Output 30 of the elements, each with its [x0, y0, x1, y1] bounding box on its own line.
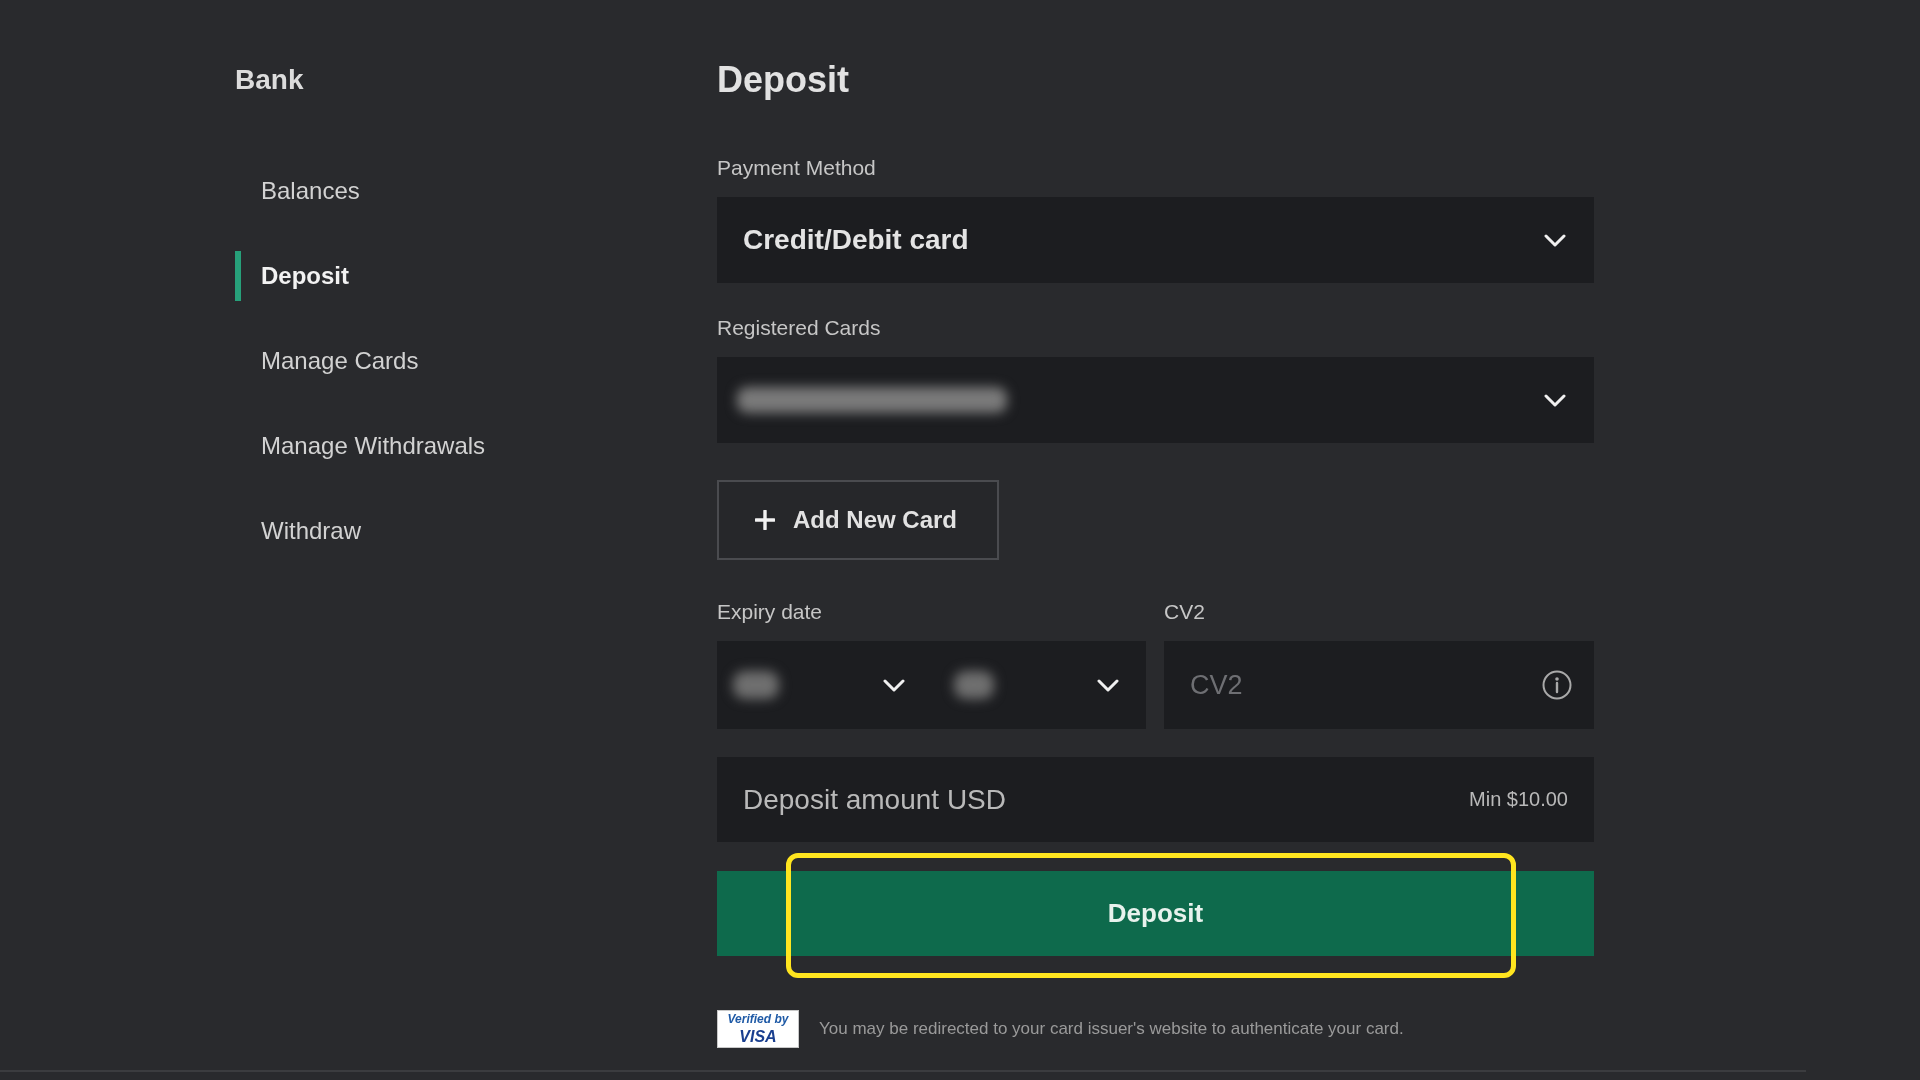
field-label: Registered Cards — [717, 316, 881, 340]
field-label: CV2 — [1164, 600, 1205, 624]
deposit-button[interactable]: Deposit — [717, 871, 1594, 956]
chevron-down-icon — [882, 678, 905, 692]
sidebar-item[interactable]: Deposit — [235, 251, 349, 301]
expiry-month-select[interactable] — [717, 641, 932, 729]
security-note: You may be redirected to your card issuer's website to authenticate your card. — [819, 1018, 1404, 1041]
sidebar-item[interactable]: Manage Withdrawals — [235, 421, 486, 471]
chevron-down-icon — [1544, 233, 1566, 247]
info-icon[interactable] — [1542, 670, 1572, 700]
payment-method-select[interactable]: Credit/Debit card — [717, 197, 1594, 283]
sidebar-item[interactable]: Balances — [235, 166, 360, 216]
field-label: Payment Method — [717, 156, 876, 180]
plus-icon — [755, 510, 775, 530]
page-title: Deposit — [717, 58, 849, 102]
add-new-card-button[interactable]: Add New Card — [717, 480, 999, 560]
sidebar-item[interactable]: Withdraw — [235, 506, 362, 556]
chevron-down-icon — [1544, 393, 1566, 407]
cv2-field[interactable]: CV2 — [1164, 641, 1594, 729]
field-label: Expiry date — [717, 600, 823, 624]
sidebar-title: Bank — [235, 63, 304, 97]
registered-cards-select[interactable] — [717, 357, 1594, 443]
logo-text: VISA — [739, 1028, 777, 1045]
expiry-year-select[interactable] — [931, 641, 1146, 729]
blurred-value — [733, 671, 779, 699]
sidebar-item[interactable]: Manage Cards — [235, 336, 419, 386]
chevron-down-icon — [1097, 678, 1119, 692]
minimum-amount-hint: Min $10.00 — [1469, 787, 1568, 811]
blurred-value — [953, 671, 994, 699]
logo-text: Verified by — [727, 1013, 789, 1026]
